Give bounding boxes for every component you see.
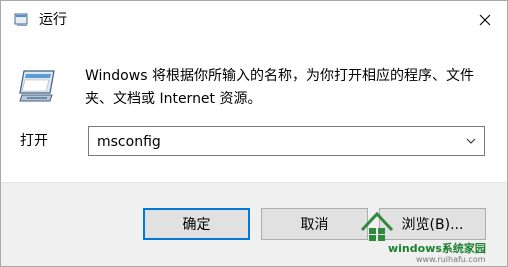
title-bar: 运行 <box>1 1 507 39</box>
button-bar: 确定 取消 浏览(B)... <box>1 182 507 266</box>
run-icon <box>14 12 30 28</box>
open-input[interactable]: msconfig <box>97 133 161 151</box>
open-label: 打开 <box>20 133 48 149</box>
cancel-button[interactable]: 取消 <box>261 208 368 240</box>
chevron-down-icon[interactable] <box>462 127 480 155</box>
open-combobox[interactable]: msconfig <box>88 126 485 156</box>
close-button[interactable] <box>463 1 507 39</box>
run-program-icon <box>18 67 58 103</box>
dialog-content: Windows 将根据你所输入的名称，为你打开相应的程序、文件夹、文档或 Int… <box>1 39 507 182</box>
run-dialog: 运行 Windows 将根据你所输入的名称，为你打开相应的程序、文件夹、文档或 … <box>0 0 508 267</box>
window-title: 运行 <box>39 12 67 28</box>
browse-button[interactable]: 浏览(B)... <box>379 208 486 240</box>
description-text: Windows 将根据你所输入的名称，为你打开相应的程序、文件夹、文档或 Int… <box>85 68 474 107</box>
close-icon <box>479 11 491 30</box>
ok-button[interactable]: 确定 <box>143 208 250 240</box>
